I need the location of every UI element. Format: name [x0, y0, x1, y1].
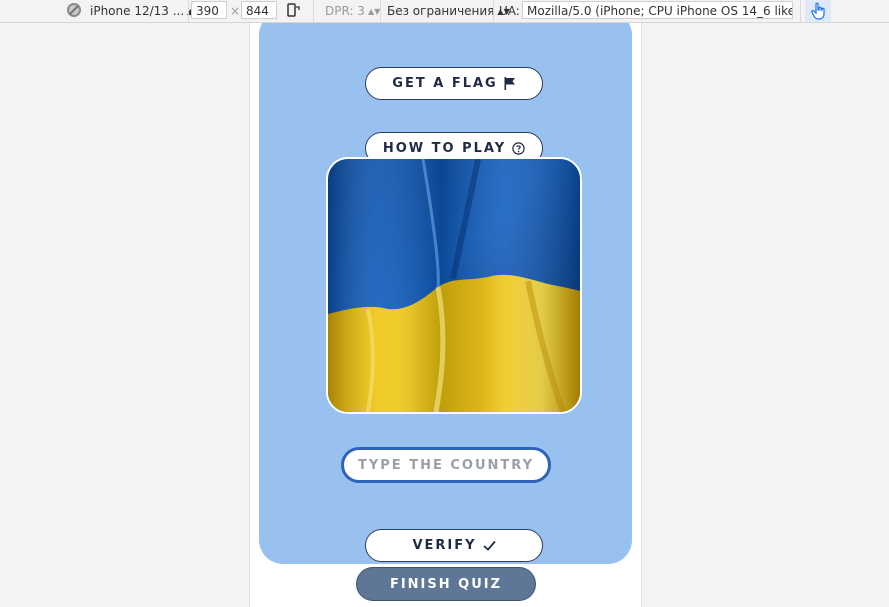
- chevron-down-icon: ▲▼: [367, 7, 381, 16]
- divider: [313, 0, 314, 22]
- dpr-value: DPR: 3: [325, 4, 365, 18]
- device-select[interactable]: iPhone 12/13 ...▲▼: [90, 0, 199, 22]
- finish-quiz-label: FINISH QUIZ: [389, 576, 503, 592]
- rotate-icon[interactable]: [286, 0, 300, 22]
- verify-label: VERIFY: [412, 538, 477, 553]
- user-agent-field[interactable]: Mozilla/5.0 (iPhone; CPU iPhone OS 14_6 …: [522, 1, 793, 19]
- height-field[interactable]: 844: [241, 1, 277, 19]
- device-viewport: GET A FLAG HOW TO PLAY VERIFY TYPE THE C…: [249, 23, 642, 607]
- get-flag-button[interactable]: GET A FLAG: [365, 67, 543, 100]
- device-name: iPhone 12/13 ...: [90, 4, 185, 18]
- width-field[interactable]: 390: [191, 1, 227, 19]
- ua-label: UA:: [499, 4, 520, 18]
- divider: [380, 0, 381, 22]
- country-input[interactable]: [341, 447, 551, 483]
- device-toolbar: iPhone 12/13 ...▲▼ 390 × 844 DPR: 3▲▼ Бе…: [0, 0, 889, 23]
- divider: [800, 0, 801, 22]
- check-icon: [482, 540, 496, 551]
- dpr-select[interactable]: DPR: 3 ▲▼: [325, 0, 380, 22]
- hand-pointer-icon: [811, 2, 825, 20]
- get-flag-label: GET A FLAG: [392, 76, 498, 91]
- question-circle-icon: [512, 142, 525, 155]
- device-icon[interactable]: [66, 0, 82, 22]
- throttling-value: Без ограничения: [387, 4, 495, 18]
- flag-icon: [504, 77, 516, 90]
- throttling-select[interactable]: Без ограничения ▲▼: [387, 0, 510, 22]
- dimension-separator: ×: [230, 4, 241, 18]
- divider: [493, 0, 494, 22]
- divider: [188, 0, 189, 22]
- verify-button[interactable]: VERIFY: [365, 529, 543, 562]
- finish-quiz-button[interactable]: FINISH QUIZ: [356, 567, 536, 601]
- how-to-play-label: HOW TO PLAY: [382, 141, 507, 156]
- touch-toggle-button[interactable]: [805, 0, 831, 22]
- flag-image: [326, 157, 582, 414]
